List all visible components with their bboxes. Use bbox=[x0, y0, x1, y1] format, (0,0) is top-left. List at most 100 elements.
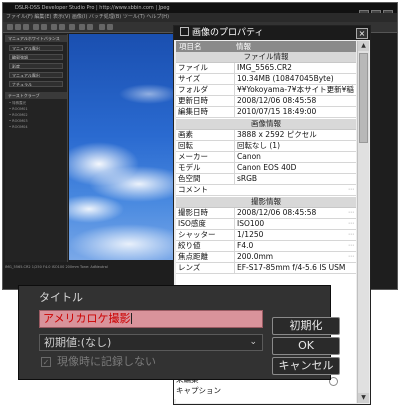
table-row[interactable]: 編集日時 2010/07/15 18:49:00 bbox=[176, 107, 356, 118]
app-title: DSLR-DSS Developer Studio Pro | http://w… bbox=[15, 5, 170, 11]
panel-header[interactable]: マニュアルホワイトバランス bbox=[5, 35, 67, 42]
panel-row[interactable]: 彩度 bbox=[9, 63, 63, 69]
toolbar-icon[interactable] bbox=[41, 24, 47, 30]
checkbox-label: 現像時に記録しない bbox=[57, 355, 156, 368]
title-input[interactable]: アメリカロケ撮影 bbox=[39, 310, 263, 328]
row-key: ファイル bbox=[178, 63, 208, 72]
table-row[interactable]: メーカー Canon bbox=[176, 152, 356, 163]
table-row[interactable]: シャッター 1/1250 ⋯ bbox=[176, 230, 356, 241]
cancel-button[interactable]: キャンセル bbox=[272, 357, 340, 375]
row-dots-icon: ⋯ bbox=[348, 209, 354, 216]
toolbar-icon[interactable] bbox=[107, 24, 113, 30]
field-label: タイトル bbox=[39, 291, 83, 304]
row-dots-icon: ⋯ bbox=[348, 186, 354, 193]
row-key: メーカー bbox=[178, 152, 208, 161]
app-title-bar: DSLR-DSS Developer Studio Pro | http://w… bbox=[3, 3, 397, 13]
table-row[interactable]: ファイル IMG_5565.CR2 bbox=[176, 63, 356, 74]
row-key: フォルダ bbox=[178, 85, 208, 94]
toolbar-icon[interactable] bbox=[69, 24, 75, 30]
panel-item[interactable]: • ROOM04 bbox=[9, 125, 35, 130]
row-dots-icon: ⋯ bbox=[348, 231, 354, 238]
table-row[interactable]: サイズ 10.34MB (10847045Byte) bbox=[176, 74, 356, 85]
toolbar-icon[interactable] bbox=[59, 24, 65, 30]
table-row[interactable]: 撮影日時 2008/12/06 08:45:58 ⋯ bbox=[176, 208, 356, 219]
toolbar-icon[interactable] bbox=[79, 24, 85, 30]
column-header-key: 項目名 bbox=[179, 42, 202, 51]
title-input-value: アメリカロケ撮影 bbox=[43, 312, 131, 325]
row-dots-icon: ⋯ bbox=[348, 220, 354, 227]
table-row[interactable]: 絞り値 F4.0 ⋯ bbox=[176, 241, 356, 252]
dialog-title-bar[interactable]: 画像のプロパティ bbox=[174, 26, 370, 40]
table-row[interactable]: 色空間 sRGB bbox=[176, 174, 356, 185]
column-header-value: 情報 bbox=[236, 42, 251, 51]
table-row[interactable]: 回転 回転なし (1) bbox=[176, 141, 356, 152]
row-key: コメント bbox=[178, 185, 208, 194]
no-record-checkbox[interactable]: ✓ bbox=[41, 357, 51, 367]
table-row[interactable]: ISO感度 ISO100 ⋯ bbox=[176, 219, 356, 230]
panel-header[interactable]: テーストクラーブ bbox=[5, 92, 67, 99]
row-value: 10.34MB (10847045Byte) bbox=[234, 74, 354, 84]
default-value-select[interactable]: 初期値:(なし) ⌄ bbox=[39, 334, 263, 351]
reset-button[interactable]: 初期化 bbox=[272, 317, 340, 335]
panel-row[interactable]: マニュアル露出 bbox=[9, 72, 63, 78]
menu-bar[interactable]: ファイル(F) 編集(E) 表示(V) 画像(I) バッチ処理(B) ツール(T… bbox=[3, 13, 397, 22]
row-value: 2008/12/06 08:45:58 bbox=[234, 96, 354, 106]
row-key: サイズ bbox=[178, 74, 201, 83]
table-row[interactable]: フォルダ ¥¥Yokoyama-7¥本サイト更新¥稲 bbox=[176, 85, 356, 96]
table-header: 項目名 情報 bbox=[176, 41, 356, 52]
row-key: 画素 bbox=[178, 130, 193, 139]
row-key: 焦点距離 bbox=[178, 252, 208, 261]
row-value: Canon EOS 40D bbox=[234, 163, 354, 173]
panel-item[interactable]: • 特殊露光 bbox=[9, 101, 35, 106]
table-row[interactable]: 焦点距離 200.0mm ⋯ bbox=[176, 252, 356, 263]
row-value: 3888 x 2592 ピクセル bbox=[234, 130, 354, 140]
scroll-down-icon[interactable]: ▼ bbox=[358, 393, 369, 403]
toolbar-icon[interactable] bbox=[7, 24, 13, 30]
section-header: 画像情報 bbox=[176, 119, 356, 130]
status-bar: IMG_5565.CR2 1/250 F4.0 ISO100 200mm Ton… bbox=[5, 265, 175, 275]
panel-item[interactable]: • ROOM01 bbox=[9, 107, 35, 112]
section-header: ファイル情報 bbox=[176, 52, 356, 63]
row-key: 色空間 bbox=[178, 174, 201, 183]
toolbar-icon[interactable] bbox=[87, 24, 93, 30]
vertical-scrollbar[interactable]: ▲ ▼ bbox=[357, 41, 369, 403]
panel-item[interactable]: • ROOM03 bbox=[9, 119, 35, 124]
row-value: 1/1250 bbox=[234, 230, 354, 240]
toolbar-icon[interactable] bbox=[51, 24, 57, 30]
scrollbar-thumb[interactable] bbox=[359, 53, 368, 143]
photo-preview[interactable] bbox=[69, 34, 175, 260]
row-dots-icon: ⋯ bbox=[348, 253, 354, 260]
row-value: EF-S17-85mm f/4-5.6 IS USM bbox=[234, 263, 354, 273]
chevron-down-icon: ⌄ bbox=[249, 337, 257, 347]
table-row[interactable]: 更新日時 2008/12/06 08:45:58 bbox=[176, 96, 356, 107]
table-row[interactable]: モデル Canon EOS 40D bbox=[176, 163, 356, 174]
toolbar-icon[interactable] bbox=[33, 24, 39, 30]
dialog-title: 画像のプロパティ bbox=[192, 28, 264, 38]
select-value: 初期値:(なし) bbox=[44, 336, 112, 349]
panel-row[interactable]: 輪郭強調 bbox=[9, 54, 63, 60]
table-row[interactable]: レンズ EF-S17-85mm f/4-5.6 IS USM bbox=[176, 263, 356, 274]
row-value: IMG_5565.CR2 bbox=[234, 63, 354, 73]
row-key: シャッター bbox=[178, 230, 216, 239]
row-value: F4.0 bbox=[234, 241, 354, 251]
close-button[interactable]: × bbox=[356, 28, 368, 39]
scroll-up-icon[interactable]: ▲ bbox=[358, 41, 369, 51]
list-item[interactable]: キャプション bbox=[176, 386, 336, 396]
row-key: レンズ bbox=[178, 263, 201, 272]
toolbar-icon[interactable] bbox=[99, 24, 105, 30]
ok-button[interactable]: OK bbox=[272, 337, 340, 355]
table-row[interactable]: 画素 3888 x 2592 ピクセル bbox=[176, 130, 356, 141]
text-caret bbox=[131, 313, 133, 324]
menu-bar-text: ファイル(F) 編集(E) 表示(V) 画像(I) バッチ処理(B) ツール(T… bbox=[6, 14, 170, 20]
adjustment-panel: マニュアルホワイトバランス マニュアル露出 輪郭強調 彩度 マニュアル露出 ナチ… bbox=[5, 34, 68, 262]
toolbar-icon[interactable] bbox=[15, 24, 21, 30]
table-row[interactable]: コメント ⋯ bbox=[176, 185, 356, 196]
panel-item[interactable]: • ROOM02 bbox=[9, 113, 35, 118]
row-value: 200.0mm bbox=[234, 252, 354, 262]
row-key: 編集日時 bbox=[178, 107, 208, 116]
panel-row[interactable]: マニュアル露出 bbox=[9, 45, 63, 51]
panel-row[interactable]: ナチュラル bbox=[9, 81, 63, 87]
row-key: モデル bbox=[178, 163, 201, 172]
toolbar-icon[interactable] bbox=[23, 24, 29, 30]
row-value: 2008/12/06 08:45:58 bbox=[234, 208, 354, 218]
